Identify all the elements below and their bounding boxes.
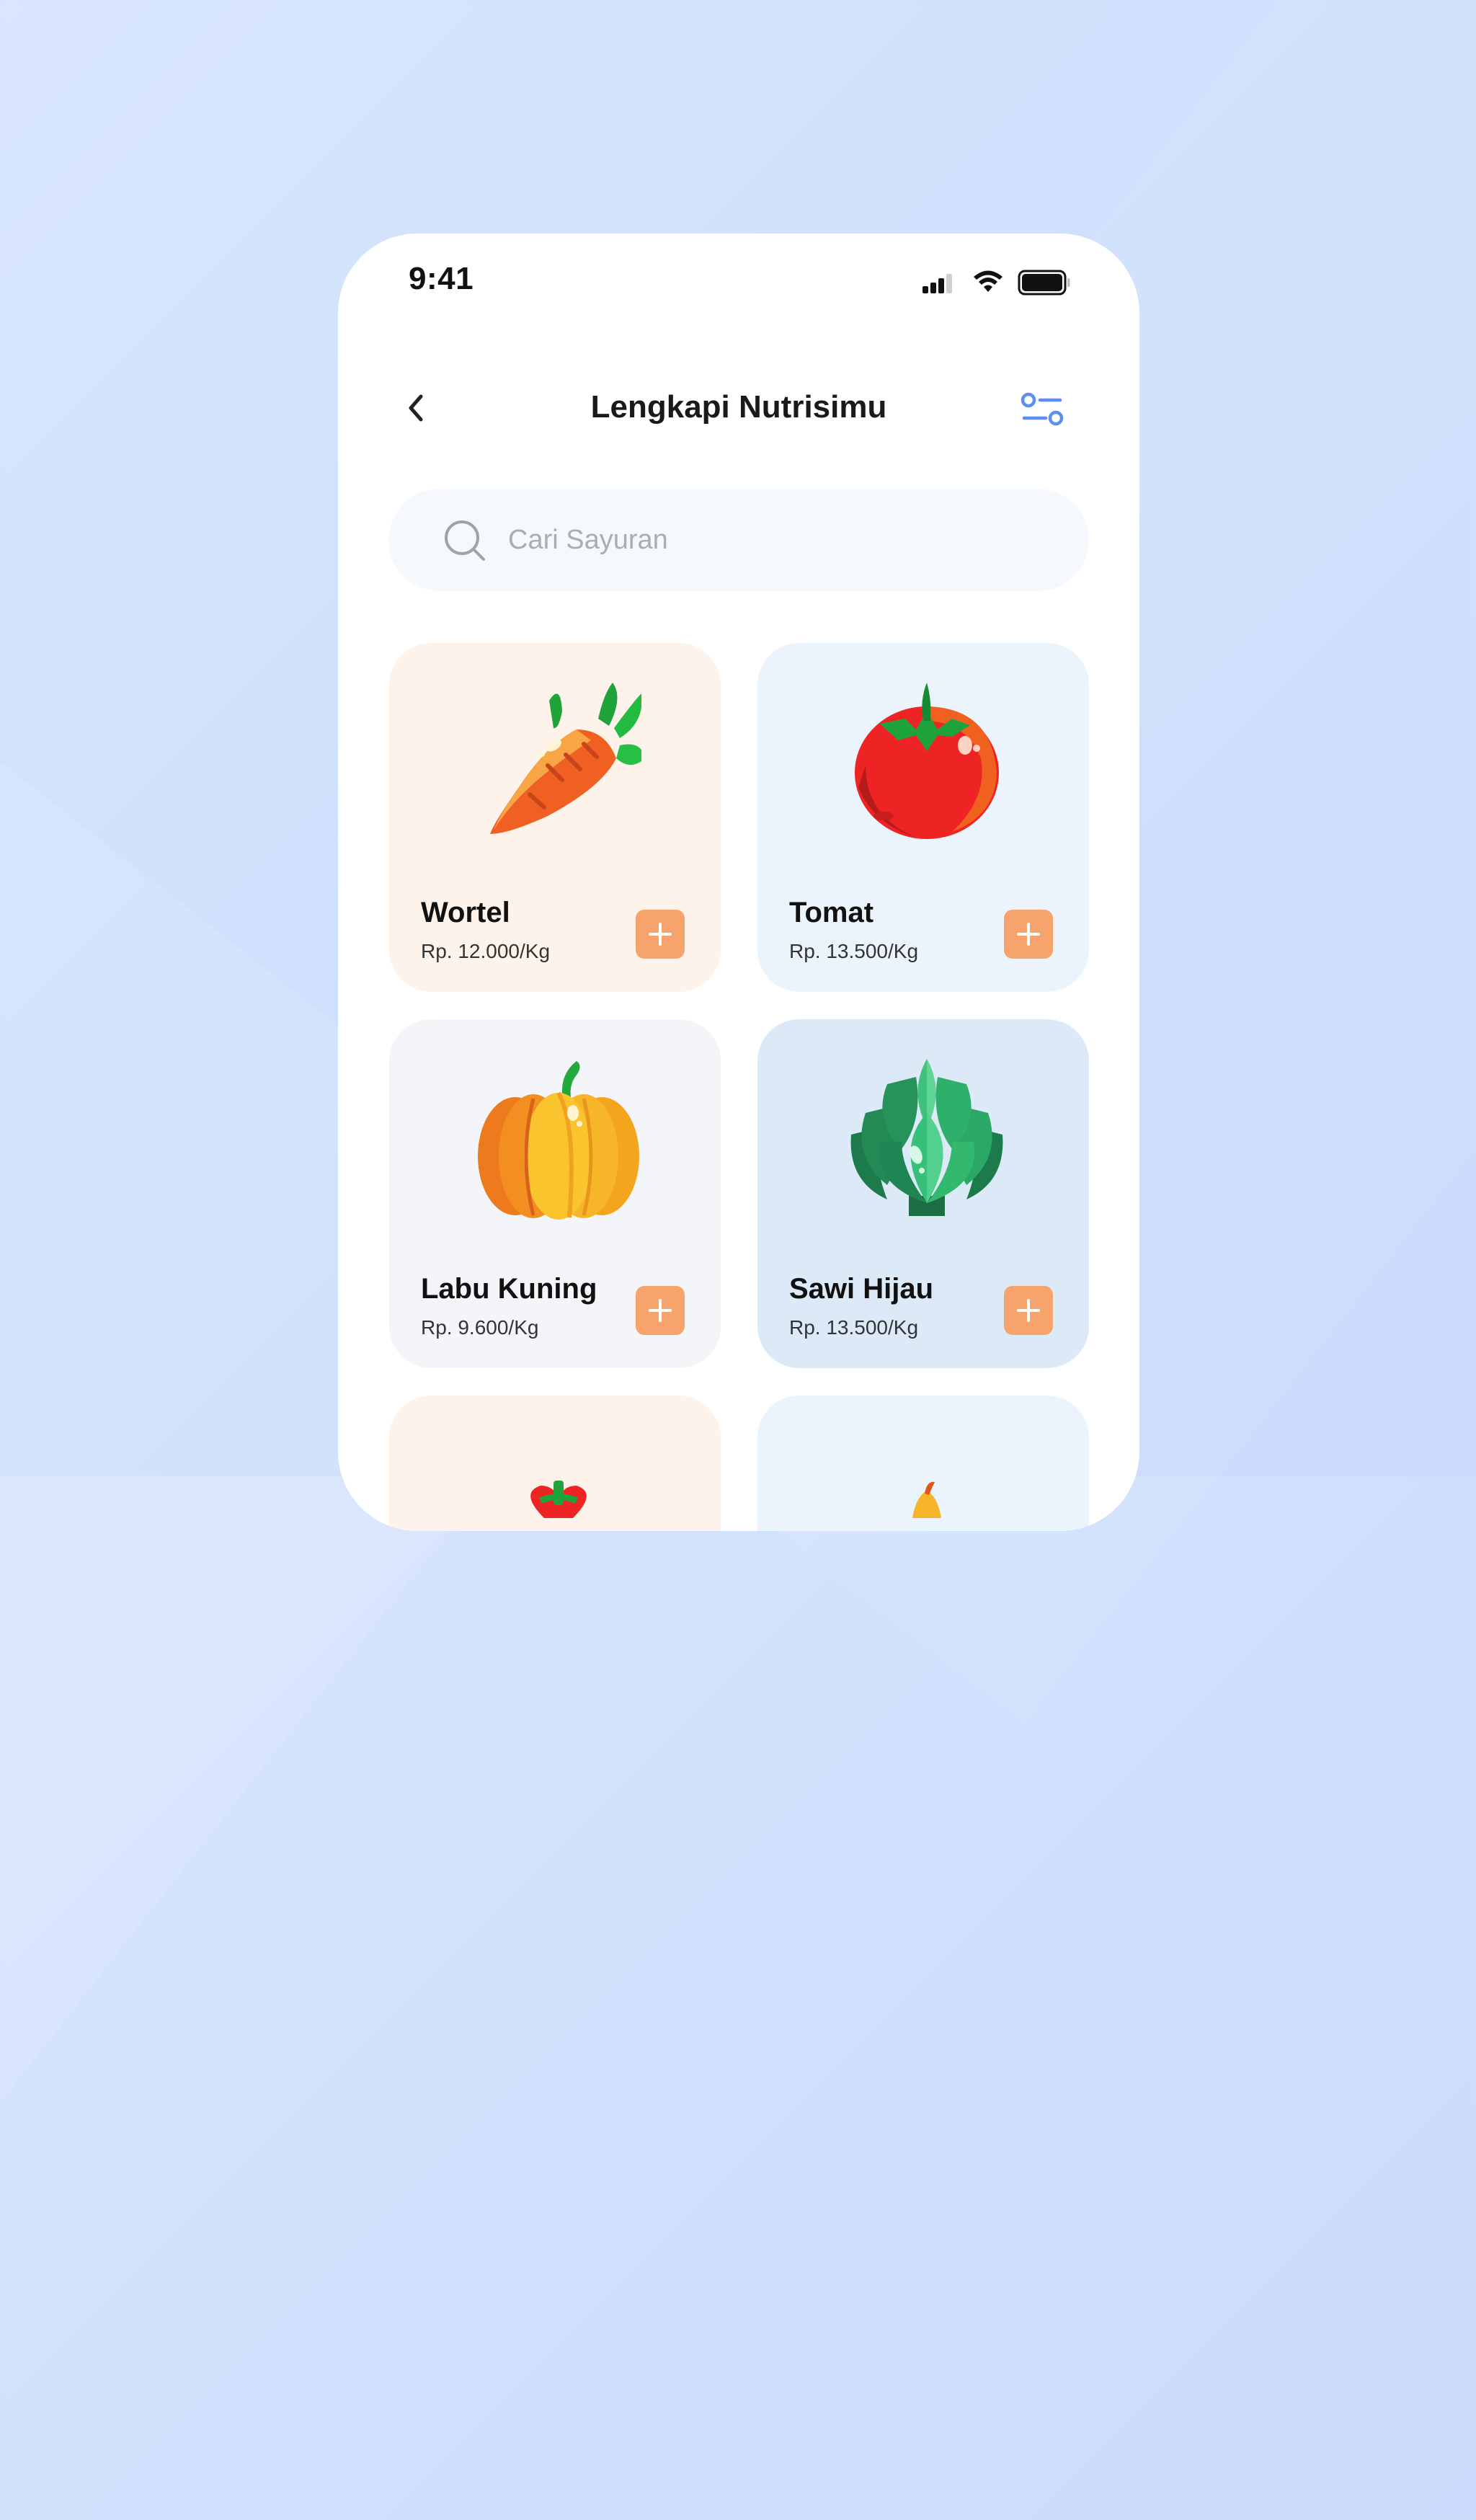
- add-to-cart-button[interactable]: [1004, 910, 1053, 959]
- product-price: Rp. 12.000/Kg: [421, 940, 551, 962]
- product-card-labu-kuning[interactable]: Labu Kuning Rp. 9.600/Kg: [389, 1019, 721, 1368]
- artichoke-icon: [850, 1059, 1003, 1216]
- product-card-tomat[interactable]: Tomat Rp. 13.500/Kg: [757, 643, 1089, 992]
- wifi-icon: [974, 270, 1002, 292]
- search-bar[interactable]: [388, 489, 1089, 591]
- product-card-partial[interactable]: [389, 1396, 721, 1531]
- tomato-icon: [855, 683, 999, 839]
- search-input[interactable]: [508, 489, 1056, 591]
- filter-button[interactable]: [1020, 389, 1066, 432]
- vegetable-icon: [912, 1481, 941, 1518]
- add-to-cart-button[interactable]: [1004, 1286, 1053, 1335]
- pumpkin-icon: [478, 1061, 639, 1220]
- battery-icon: [1018, 270, 1070, 296]
- product-name: Labu Kuning: [421, 1273, 597, 1305]
- product-price: Rp. 9.600/Kg: [421, 1316, 539, 1339]
- search-icon: [445, 520, 485, 561]
- add-to-cart-button[interactable]: [636, 910, 685, 959]
- carrot-icon: [490, 683, 641, 834]
- status-icons: [921, 270, 1071, 296]
- vegetable-icon: [530, 1481, 587, 1518]
- product-card-sawi-hijau[interactable]: Sawi Hijau Rp. 13.500/Kg: [757, 1019, 1089, 1368]
- status-time: 9:41: [409, 261, 474, 296]
- filter-settings-icon: [1021, 392, 1064, 426]
- plus-icon: [649, 1299, 672, 1322]
- product-card-wortel[interactable]: Wortel Rp. 12.000/Kg: [389, 643, 721, 992]
- signal-icon: [922, 274, 952, 293]
- phone-screen: 9:41 Lengkapi Nutrisimu Cari Sayuran Wor…: [338, 234, 1139, 1531]
- product-price: Rp. 13.500/Kg: [789, 940, 919, 962]
- product-price: Rp. 13.500/Kg: [789, 1316, 919, 1339]
- plus-icon: [1017, 923, 1040, 946]
- product-card-partial[interactable]: [757, 1396, 1089, 1531]
- product-name: Wortel: [421, 897, 510, 928]
- add-to-cart-button[interactable]: [636, 1286, 685, 1335]
- plus-icon: [1017, 1299, 1040, 1322]
- product-name: Sawi Hijau: [789, 1273, 934, 1305]
- product-name: Tomat: [789, 897, 874, 928]
- plus-icon: [649, 923, 672, 946]
